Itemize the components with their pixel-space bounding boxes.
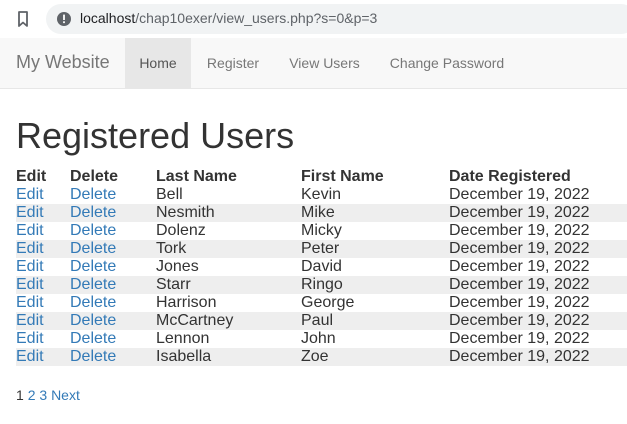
page-title: Registered Users [16, 115, 295, 156]
first-name-cell: John [301, 330, 336, 347]
edit-link[interactable]: Edit [16, 348, 44, 365]
last-name-cell: Starr [156, 276, 301, 294]
nav-item-change-password[interactable]: Change Password [374, 38, 520, 88]
table-row: Edit Delete Harrison George December 19,… [16, 294, 627, 312]
last-name-cell: McCartney [156, 312, 301, 330]
delete-link[interactable]: Delete [70, 240, 116, 257]
url-field[interactable]: localhost/chap10exer/view_users.php?s=0&… [46, 4, 627, 34]
last-name-cell: Isabella [156, 348, 301, 366]
last-name-cell: Jones [156, 258, 199, 275]
nav-item-register[interactable]: Register [191, 38, 275, 88]
last-name-cell: Dolenz [156, 222, 206, 239]
header-date-registered: Date Registered [449, 168, 571, 185]
last-name-cell: Harrison [156, 294, 217, 311]
date-cell: December 19, 2022 [449, 312, 627, 330]
last-name-cell: Nesmith [156, 204, 301, 222]
edit-link[interactable]: Edit [16, 186, 44, 203]
date-cell: December 19, 2022 [449, 186, 590, 203]
delete-link[interactable]: Delete [70, 294, 116, 311]
date-cell: December 19, 2022 [449, 222, 590, 239]
users-table: Edit Delete Last Name First Name Date Re… [16, 166, 627, 366]
table-row: Edit Delete Bell Kevin December 19, 2022 [16, 186, 627, 204]
page-link-2[interactable]: 2 [28, 387, 36, 403]
first-name-cell: Micky [301, 222, 342, 239]
edit-link[interactable]: Edit [16, 204, 44, 221]
url-host: localhost [80, 10, 136, 26]
header-delete: Delete [70, 168, 119, 185]
edit-link[interactable]: Edit [16, 258, 44, 275]
first-name-cell: Zoe [301, 348, 449, 366]
delete-link[interactable]: Delete [70, 222, 116, 239]
delete-link[interactable]: Delete [70, 348, 116, 365]
date-cell: December 19, 2022 [449, 294, 590, 311]
edit-link[interactable]: Edit [16, 222, 44, 239]
page-link-3[interactable]: 3 [39, 387, 47, 403]
date-cell: December 19, 2022 [449, 240, 627, 258]
table-row: Edit Delete Jones David December 19, 202… [16, 258, 627, 276]
date-cell: December 19, 2022 [449, 276, 627, 294]
header-edit: Edit [16, 168, 47, 185]
delete-link[interactable]: Delete [70, 258, 116, 275]
site-navbar: My Website Home Register View Users Chan… [0, 38, 627, 89]
edit-link[interactable]: Edit [16, 294, 44, 311]
pagination: 1 2 3 Next [16, 387, 80, 403]
first-name-cell: Peter [301, 240, 449, 258]
delete-link[interactable]: Delete [70, 186, 116, 203]
date-cell: December 19, 2022 [449, 348, 627, 366]
bookmark-icon[interactable] [14, 10, 32, 28]
last-name-cell: Lennon [156, 330, 210, 347]
edit-link[interactable]: Edit [16, 312, 44, 329]
next-page-link[interactable]: Next [51, 387, 80, 403]
date-cell: December 19, 2022 [449, 258, 590, 275]
first-name-cell: Mike [301, 204, 449, 222]
edit-link[interactable]: Edit [16, 330, 44, 347]
delete-link[interactable]: Delete [70, 312, 116, 329]
delete-link[interactable]: Delete [70, 276, 116, 293]
browser-address-bar: localhost/chap10exer/view_users.php?s=0&… [0, 0, 627, 39]
table-row: Edit Delete McCartney Paul December 19, … [16, 312, 627, 330]
table-row: Edit Delete Starr Ringo December 19, 202… [16, 276, 627, 294]
table-row: Edit Delete Isabella Zoe December 19, 20… [16, 348, 627, 366]
first-name-cell: Kevin [301, 186, 342, 203]
first-name-cell: David [301, 258, 342, 275]
edit-link[interactable]: Edit [16, 276, 44, 293]
brand-link[interactable]: My Website [16, 52, 110, 73]
table-row: Edit Delete Tork Peter December 19, 2022 [16, 240, 627, 258]
first-name-cell: George [301, 294, 355, 311]
last-name-cell: Tork [156, 240, 301, 258]
table-header-row: Edit Delete Last Name First Name Date Re… [16, 166, 627, 186]
first-name-cell: Ringo [301, 276, 449, 294]
date-cell: December 19, 2022 [449, 330, 590, 347]
table-body: Edit Delete Bell Kevin December 19, 2022… [16, 186, 627, 366]
delete-link[interactable]: Delete [70, 204, 116, 221]
nav-item-home[interactable]: Home [125, 38, 191, 88]
date-cell: December 19, 2022 [449, 204, 627, 222]
last-name-cell: Bell [156, 186, 183, 203]
table-row: Edit Delete Dolenz Micky December 19, 20… [16, 222, 627, 240]
nav-item-view-users[interactable]: View Users [275, 38, 374, 88]
current-page: 1 [16, 387, 24, 403]
header-last-name: Last Name [156, 168, 237, 185]
info-icon[interactable] [56, 11, 72, 27]
delete-link[interactable]: Delete [70, 330, 116, 347]
header-first-name: First Name [301, 168, 384, 185]
first-name-cell: Paul [301, 312, 449, 330]
edit-link[interactable]: Edit [16, 240, 44, 257]
table-row: Edit Delete Lennon John December 19, 202… [16, 330, 627, 348]
url-path: /chap10exer/view_users.php?s=0&p=3 [135, 10, 378, 26]
table-row: Edit Delete Nesmith Mike December 19, 20… [16, 204, 627, 222]
url-text: localhost/chap10exer/view_users.php?s=0&… [80, 10, 377, 26]
